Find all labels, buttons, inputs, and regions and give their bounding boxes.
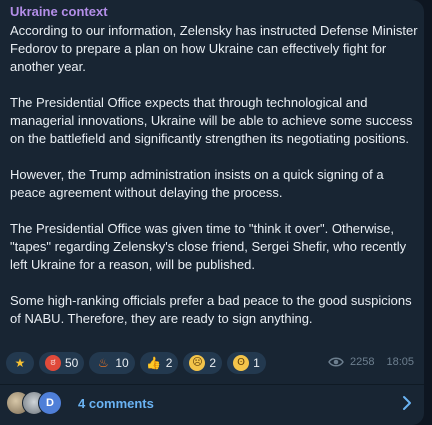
post-meta: 2258 18:05 (328, 356, 414, 368)
angry-face-icon: ಠ (45, 355, 61, 371)
paragraph: The Presidential Office expects that thr… (10, 95, 413, 146)
paragraph: However, the Trump administration insist… (10, 167, 384, 200)
paragraph: Some high-ranking officials prefer a bad… (10, 293, 412, 326)
reaction-thumbs-up[interactable]: 👍 2 (139, 352, 179, 374)
screaming-face-icon: ʘ (233, 355, 250, 371)
channel-name[interactable]: Ukraine context (10, 4, 108, 19)
paragraph: According to our information, Zelensky h… (10, 23, 418, 74)
reaction-count: 10 (115, 356, 129, 370)
eye-icon (328, 357, 344, 367)
channel-post: Ukraine context According to our informa… (0, 0, 424, 425)
avatar: D (38, 391, 62, 415)
reaction-star[interactable]: ★ (6, 352, 34, 374)
post-time: 18:05 (386, 356, 414, 368)
commenter-avatars: D (6, 391, 68, 415)
comments-button[interactable]: D 4 comments (0, 385, 424, 421)
fire-icon: ♨ (97, 356, 109, 370)
reactions-bar: ★ ಠ 50 ♨ 10 👍 2 ☹ 2 ʘ 1 (6, 352, 266, 374)
reaction-crying[interactable]: ☹ 2 (183, 352, 223, 374)
reaction-count: 50 (65, 356, 79, 370)
chevron-right-icon (403, 396, 411, 410)
star-icon: ★ (14, 356, 26, 370)
reaction-angry[interactable]: ಠ 50 (39, 352, 85, 374)
reaction-count: 2 (209, 356, 217, 370)
reaction-screaming[interactable]: ʘ 1 (227, 352, 266, 374)
view-count: 2258 (349, 356, 375, 368)
crying-face-icon: ☹ (189, 355, 206, 371)
reaction-fire[interactable]: ♨ 10 (89, 352, 135, 374)
thumbs-up-icon: 👍 (146, 356, 162, 370)
paragraph: The Presidential Office was given time t… (10, 221, 407, 272)
reaction-count: 1 (253, 356, 260, 370)
post-text: According to our information, Zelensky h… (10, 22, 420, 328)
reaction-count: 2 (165, 356, 173, 370)
comments-label: 4 comments (78, 395, 154, 411)
